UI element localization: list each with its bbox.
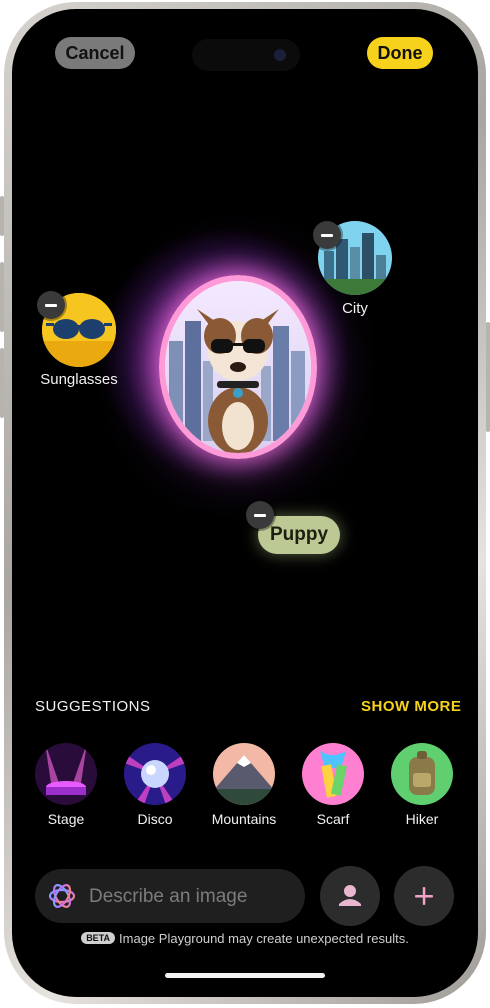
remove-city-button[interactable] xyxy=(313,221,341,249)
action-button xyxy=(0,196,4,236)
dynamic-island xyxy=(192,39,300,71)
prompt-bar xyxy=(35,869,305,925)
disclaimer-text: Image Playground may create unexpected r… xyxy=(119,931,409,946)
show-more-button[interactable]: SHOW MORE xyxy=(361,698,461,715)
disclaimer: BETA Image Playground may create unexpect… xyxy=(12,931,478,946)
done-button[interactable]: Done xyxy=(367,37,433,69)
scarf-label: Scarf xyxy=(316,811,350,827)
sunglasses-label: Sunglasses xyxy=(40,371,118,388)
suggestion-disco[interactable]: Disco xyxy=(124,743,186,827)
scarf-icon xyxy=(302,743,364,805)
front-camera xyxy=(274,49,286,61)
hiker-backpack-icon xyxy=(391,743,453,805)
describe-image-input[interactable] xyxy=(87,869,301,925)
add-button[interactable] xyxy=(394,866,454,926)
screen: Cancel Done Sunglasses City Puppy SUGGES… xyxy=(12,9,478,997)
side-button xyxy=(486,322,490,432)
volume-up-button xyxy=(0,262,4,332)
stage-icon xyxy=(35,743,97,805)
suggestion-stage[interactable]: Stage xyxy=(35,743,97,827)
suggestion-hiker[interactable]: Hiker xyxy=(391,743,453,827)
cancel-button[interactable]: Cancel xyxy=(55,37,135,69)
person-button[interactable] xyxy=(320,866,380,926)
remove-sunglasses-button[interactable] xyxy=(37,291,65,319)
mountains-icon xyxy=(213,743,275,805)
volume-down-button xyxy=(0,348,4,418)
stage-label: Stage xyxy=(47,811,85,827)
beta-badge: BETA xyxy=(81,932,116,944)
suggestions-title: SUGGESTIONS xyxy=(35,698,151,715)
apple-intelligence-icon xyxy=(47,881,77,911)
hiker-label: Hiker xyxy=(405,811,439,827)
city-label: City xyxy=(342,300,368,317)
home-indicator[interactable] xyxy=(165,973,325,978)
person-icon xyxy=(339,885,361,906)
puppy-in-city-image xyxy=(165,281,311,453)
disco-label: Disco xyxy=(137,811,173,827)
suggestion-scarf[interactable]: Scarf xyxy=(302,743,364,827)
mountains-label: Mountains xyxy=(211,811,277,827)
plus-icon xyxy=(415,887,433,905)
remove-puppy-button[interactable] xyxy=(246,501,274,529)
generated-image-preview[interactable] xyxy=(159,275,317,459)
disco-ball-icon xyxy=(124,743,186,805)
suggestion-mountains[interactable]: Mountains xyxy=(212,743,276,827)
